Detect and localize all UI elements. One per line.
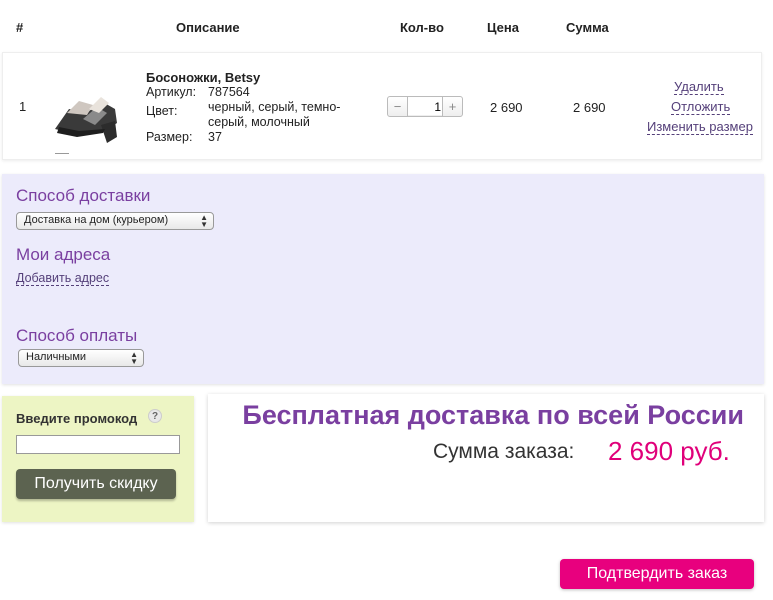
promo-label: Введите промокод	[16, 411, 138, 426]
promo-panel: Введите промокод ? Получить скидку	[2, 396, 194, 522]
delivery-method-selected: Доставка на дом (курьером)	[24, 214, 169, 226]
delete-link[interactable]: Удалить	[674, 79, 724, 95]
my-addresses-title: Мои адреса	[16, 245, 111, 264]
order-summary-panel: Бесплатная доставка по всей России Сумма…	[208, 394, 764, 522]
cart-table-header: # Описание Кол-во Цена Сумма	[0, 0, 773, 50]
promo-code-input[interactable]	[16, 435, 180, 454]
order-total-value: 2 690 руб.	[608, 436, 730, 466]
quantity-stepper: − +	[387, 96, 463, 117]
sandal-thumbnail[interactable]	[49, 79, 123, 151]
change-size-link[interactable]: Изменить размер	[647, 119, 753, 135]
payment-method-select[interactable]: Наличными ▲ ▼	[18, 349, 144, 367]
postpone-link[interactable]: Отложить	[671, 99, 731, 115]
get-discount-button[interactable]: Получить скидку	[16, 469, 176, 499]
delivery-method-select[interactable]: Доставка на дом (курьером) ▲ ▼	[16, 212, 214, 230]
qty-plus-button[interactable]: +	[442, 97, 462, 116]
header-sum: Сумма	[566, 20, 609, 35]
header-qty: Кол-во	[400, 20, 444, 35]
free-shipping-banner: Бесплатная доставка по всей России	[242, 400, 744, 430]
item-number: 1	[19, 99, 27, 114]
order-total-label: Сумма заказа:	[433, 440, 575, 463]
color-value-line2: серый, молочный	[208, 115, 310, 129]
size-label: Размер:	[146, 130, 193, 144]
item-sum: 2 690	[573, 100, 606, 115]
payment-method-title: Способ оплаты	[16, 326, 138, 345]
qty-input[interactable]	[408, 98, 443, 115]
help-icon[interactable]: ?	[148, 409, 162, 423]
article-label: Артикул:	[146, 85, 197, 99]
payment-method-selected: Наличными	[26, 351, 87, 363]
item-price: 2 690	[490, 100, 523, 115]
delivery-method-title: Способ доставки	[16, 186, 151, 205]
product-name[interactable]: Босоножки, Betsy	[146, 70, 260, 85]
qty-minus-button[interactable]: −	[388, 97, 408, 116]
select-arrows-icon: ▲ ▼	[200, 213, 208, 229]
color-label: Цвет:	[146, 104, 178, 118]
size-value: 37	[208, 130, 222, 144]
select-arrows-icon: ▲ ▼	[130, 350, 138, 366]
add-address-link[interactable]: Добавить адрес	[16, 271, 110, 286]
thumbnail-divider	[55, 153, 69, 154]
header-num: #	[16, 20, 24, 35]
article-value: 787564	[208, 85, 250, 99]
header-description: Описание	[176, 20, 240, 35]
confirm-order-button[interactable]: Подтвердить заказ	[560, 559, 754, 589]
header-price: Цена	[487, 20, 519, 35]
color-value-line1: черный, серый, темно-	[208, 100, 341, 114]
delivery-panel: Способ доставки Доставка на дом (курьеро…	[2, 174, 764, 384]
cart-item-row: 1 Босоножки, Betsy Артикул: 787564 Цвет:…	[2, 52, 762, 160]
